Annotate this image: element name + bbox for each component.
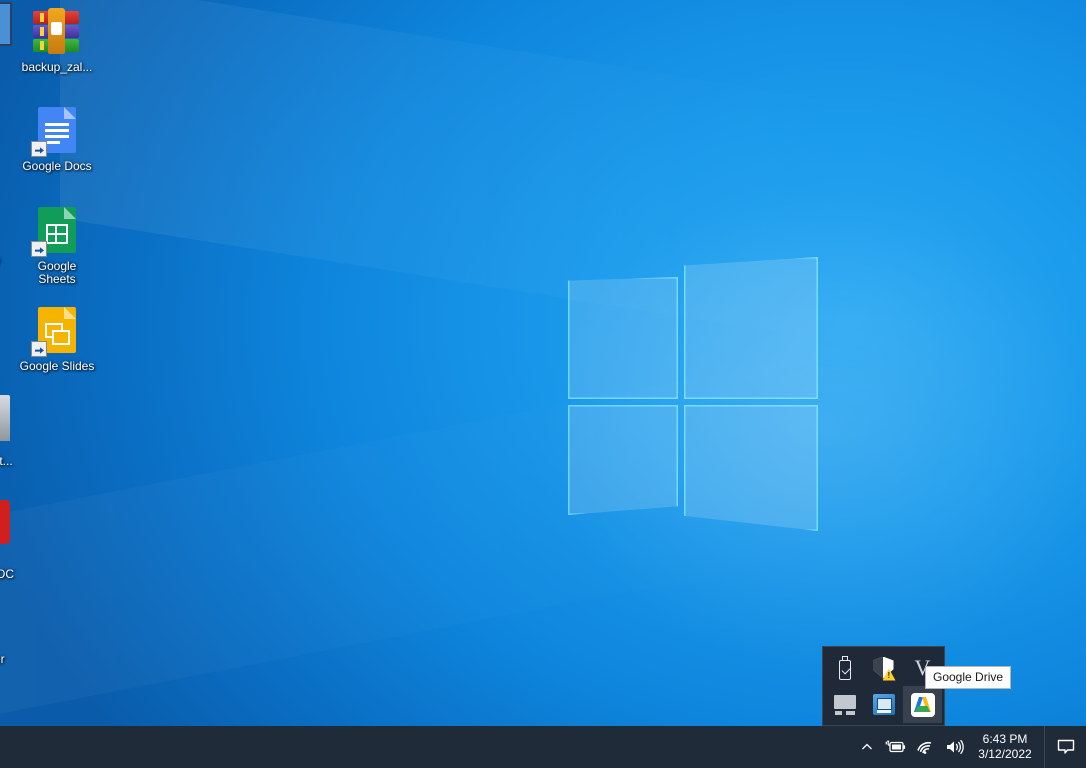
clock-date: 3/12/2022 <box>976 747 1034 762</box>
google-drive-icon <box>911 693 935 717</box>
shortcut-arrow-icon <box>31 141 47 157</box>
google-slides-icon <box>33 307 81 355</box>
google-docs-icon <box>33 107 81 155</box>
usb-safely-remove-icon <box>837 656 853 680</box>
cut-off-red-icon[interactable] <box>0 500 10 544</box>
volume-icon[interactable] <box>940 739 970 755</box>
windows-logo-wallpaper <box>566 257 818 509</box>
logo-pane-bottom-right <box>684 405 818 531</box>
tray-item-safely-remove[interactable] <box>825 649 864 686</box>
taskbar[interactable]: 6:43 PM 3/12/2022 <box>0 726 1086 768</box>
clock-time: 6:43 PM <box>976 732 1034 747</box>
cut-off-pen-icon[interactable] <box>0 395 10 441</box>
wifi-icon[interactable] <box>910 739 940 755</box>
desktop-icon-label: backup_zal... <box>12 61 102 74</box>
network-drive-icon <box>873 694 895 715</box>
partial-label-microsoft: ft... <box>0 455 13 468</box>
partial-label-doc: OC <box>0 568 14 581</box>
taskbar-clock[interactable]: 6:43 PM 3/12/2022 <box>970 732 1044 762</box>
monitor-icon <box>833 695 857 715</box>
google-sheets-icon <box>33 207 81 255</box>
desktop-icon-label: Google Docs <box>12 160 102 173</box>
desktop-icon-label: Google Slides <box>12 360 102 373</box>
desktop-icon-google-docs[interactable]: Google Docs <box>12 106 102 173</box>
tray-item-google-drive[interactable] <box>903 686 942 723</box>
shield-warning-icon <box>873 656 895 680</box>
action-center-icon[interactable] <box>1044 726 1086 768</box>
shortcut-arrow-icon <box>31 241 47 257</box>
cut-off-window-icon[interactable] <box>0 2 12 46</box>
tray-item-windows-defender[interactable] <box>864 649 903 686</box>
logo-pane-top-right <box>684 257 818 399</box>
tooltip: Google Drive <box>925 666 1011 689</box>
desktop-icon-google-sheets[interactable]: Google Sheets <box>12 206 102 286</box>
tray-item-network-drive[interactable] <box>864 686 903 723</box>
logo-pane-top-left <box>568 277 678 399</box>
winrar-archive-icon <box>33 8 81 56</box>
tray-item-display[interactable] <box>825 686 864 723</box>
desktop-icon-backup-zal[interactable]: backup_zal... <box>12 8 102 74</box>
desktop-icon-label: Google Sheets <box>29 260 85 286</box>
battery-charging-icon[interactable] <box>880 739 910 755</box>
shortcut-arrow-icon <box>31 341 47 357</box>
logo-pane-bottom-left <box>568 405 678 515</box>
partial-label-player: er <box>0 653 5 666</box>
desktop-icon-google-slides[interactable]: Google Slides <box>12 306 102 373</box>
tray-expand-chevron-icon[interactable] <box>854 726 880 768</box>
